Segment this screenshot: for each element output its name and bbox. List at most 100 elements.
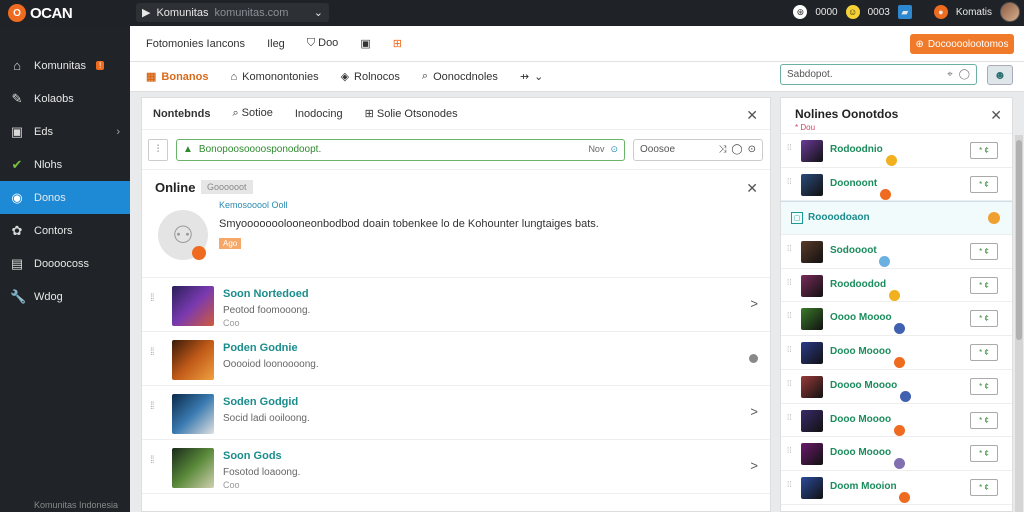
chevron-right-icon[interactable]: > [750, 296, 758, 311]
drag-handle-icon[interactable]: ⁞⁞ [787, 312, 795, 320]
drag-handle-icon[interactable]: ⁞⁞ [150, 402, 158, 412]
tab-oonocdnoles[interactable]: ⌕ Oonocdnoles [422, 70, 498, 83]
sidebar-item-eds[interactable]: ▣ Eds › [0, 115, 130, 148]
friend-name[interactable]: Doom Mooion [830, 481, 911, 503]
friend-row[interactable]: ⁞⁞ Doom Mooion * ¢ [781, 471, 1012, 505]
drag-handle-icon[interactable]: ⁞⁞ [150, 294, 158, 304]
clear-icon[interactable]: ◯ [959, 69, 970, 80]
chevron-right-icon[interactable]: > [750, 458, 758, 473]
tab-bonanos[interactable]: ▦ Bonanos [146, 70, 208, 84]
friend-name[interactable]: Doonoont [830, 178, 891, 200]
top-user-name[interactable]: Komatis [956, 7, 992, 18]
friend-action-button[interactable]: * ¢ [970, 478, 998, 496]
scrollbar[interactable] [1015, 135, 1023, 512]
profile-button[interactable]: ☻ [987, 65, 1013, 85]
drag-handle-icon[interactable]: ⁞⁞ [150, 456, 158, 466]
location-icon[interactable]: ⌖ [947, 69, 953, 80]
friend-group-name[interactable]: Roooodoaon [808, 212, 870, 223]
friend-action-button[interactable]: * ¢ [970, 310, 998, 328]
friend-name[interactable]: Dooo Moooo [830, 346, 905, 369]
sidebar-item-kolaobs[interactable]: ✎ Kolaobs [0, 82, 130, 115]
friend-row[interactable]: ⁞⁞ Dooo Moooo * ¢ [781, 437, 1012, 471]
sidebar-item-wdog[interactable]: 🔧 Wdog [0, 280, 130, 313]
tab-rolnocos[interactable]: ◈ Rolnocos [341, 70, 400, 84]
friend-action-button[interactable]: * ¢ [970, 276, 998, 294]
sidebar-item-nlohs[interactable]: ✔ Nlohs [0, 148, 130, 181]
friend-name[interactable]: Dooo Moooo [830, 447, 905, 470]
scrollbar-thumb[interactable] [1016, 140, 1022, 340]
drag-handle-icon[interactable]: ⁞⁞ [787, 278, 795, 286]
drag-handle-icon[interactable]: ⁞⁞ [787, 447, 795, 455]
sidebar-item-doooocoss[interactable]: ▤ Doooocoss [0, 247, 130, 280]
friend-row[interactable]: ⁞⁞ Dooo Moooo * ¢ [781, 404, 1012, 438]
user-badge-icon[interactable]: ● [933, 5, 948, 19]
friend-action-button[interactable]: * ¢ [970, 445, 998, 463]
friend-action-button[interactable]: * ¢ [970, 344, 998, 362]
list-item[interactable]: ⁞⁞ Soon Nortedoed Peotod foomooong. Coo … [142, 278, 770, 332]
chat-icon[interactable]: ▰ [897, 5, 912, 19]
filter-toggle-button[interactable]: ⫶ [148, 138, 168, 161]
orange-action-button[interactable]: ⊕ Docoooolootomos [910, 34, 1014, 54]
friend-action-button[interactable]: * ¢ [970, 243, 998, 261]
online-chip[interactable]: Goooooot [201, 180, 253, 194]
friend-name[interactable]: Rodoodnio [830, 144, 897, 166]
drag-handle-icon[interactable]: ⁞⁞ [787, 480, 795, 488]
friend-name[interactable]: Roodoodod [830, 279, 900, 301]
friend-group-row[interactable]: ▢ Roooodoaon [781, 201, 1012, 236]
friend-row[interactable]: ⁞⁞ Oooo Moooo * ¢ [781, 302, 1012, 337]
sidebar-item-donos[interactable]: ◉ Donos [0, 181, 130, 214]
game-name[interactable]: Poden Godnie [223, 342, 298, 354]
drag-handle-icon[interactable]: ⁞⁞ [787, 346, 795, 354]
friend-name[interactable]: Dooo Moooo [830, 414, 905, 436]
list-item[interactable]: ⁞⁞ Soden Godgid Socid ladi ooiloong. > [142, 386, 770, 440]
friend-row[interactable]: ⁞⁞ Dooo Moooo * ¢ [781, 336, 1012, 370]
friend-action-button[interactable]: * ¢ [970, 377, 998, 395]
list-item[interactable]: ⁞⁞ Poden Godnie Ooooiod loonoooong. [142, 332, 770, 386]
gift-icon[interactable]: ⊞ [393, 37, 402, 50]
friend-name[interactable]: Doooo Moooo [830, 380, 911, 402]
shuffle-icon[interactable]: ⤨ [718, 144, 726, 155]
drag-handle-icon[interactable]: ⁞⁞ [787, 413, 795, 421]
filter-input[interactable]: ▲ Bonopoosoooosponodoopt. Nov ⊙ [176, 138, 625, 161]
drag-handle-icon[interactable]: ⁞⁞ [787, 144, 795, 152]
list-item[interactable]: ⁞⁞ Soon Gods Fosotod loaoong. Coo > [142, 440, 770, 494]
friend-action-button[interactable]: * ¢ [970, 411, 998, 429]
online-tag[interactable]: Ago [219, 238, 242, 249]
drag-handle-icon[interactable]: ⁞⁞ [787, 379, 795, 387]
main-head-item-1[interactable]: Nontebnds [153, 108, 210, 120]
circle-icon[interactable]: ◯ [731, 144, 742, 155]
sort-select[interactable]: Ooosoe ⤨ ◯ ⊙ [633, 138, 763, 161]
tab-more[interactable]: ⇸ ⌄ [520, 70, 543, 83]
drag-handle-icon[interactable]: ⁞⁞ [787, 177, 795, 185]
online-link[interactable]: Kemosooool Ooll [219, 200, 288, 210]
friend-name[interactable]: Oooo Moooo [830, 312, 906, 335]
friend-row[interactable]: ⁞⁞ Doooo Moooo * ¢ [781, 370, 1012, 404]
close-icon[interactable]: ✕ [990, 107, 1002, 124]
avatar[interactable] [1000, 2, 1020, 22]
chevron-right-icon[interactable]: > [750, 404, 758, 419]
app-logo[interactable]: O OCAN [0, 4, 130, 22]
friend-row[interactable]: ⁞⁞ Doonoont * ¢ [781, 168, 1012, 202]
search-input[interactable]: Sabdopot. ⌖ ◯ [780, 64, 977, 85]
game-name[interactable]: Soon Nortedoed [223, 288, 309, 300]
refresh-icon[interactable]: ⊙ [610, 144, 618, 155]
toolbar-item-2[interactable]: Ileg [267, 38, 285, 50]
toolbar-item-3[interactable]: ⛉ Doo [307, 37, 339, 50]
friend-name[interactable]: Sodoooot [830, 245, 891, 268]
drag-handle-icon[interactable]: ⁞⁞ [787, 245, 795, 253]
friend-action-button[interactable]: * ¢ [970, 142, 998, 159]
refresh-icon[interactable]: ⊙ [748, 144, 756, 155]
main-head-item-4[interactable]: ⊞ Solie Otsonodes [365, 107, 458, 120]
image-icon[interactable]: ▣ [360, 37, 370, 50]
toolbar-item-1[interactable]: Fotomonies Iancons [146, 38, 245, 50]
smile-icon[interactable]: ☺ [845, 5, 860, 19]
game-name[interactable]: Soon Gods [223, 450, 282, 462]
close-icon[interactable]: ✕ [746, 180, 758, 197]
status-dot-icon[interactable] [749, 354, 758, 363]
address-bar[interactable]: ▶ Komunitas komunitas.com ⌄ [136, 3, 329, 22]
main-head-item-3[interactable]: Inodocing [295, 108, 343, 120]
friend-action-button[interactable]: * ¢ [970, 175, 998, 193]
friend-row[interactable]: ⁞⁞ Sodoooot * ¢ [781, 235, 1012, 269]
tab-komonontonies[interactable]: ⌂ Komonontonies [230, 71, 318, 83]
sidebar-item-komunitas[interactable]: ⌂ Komunitas ! [0, 49, 130, 82]
